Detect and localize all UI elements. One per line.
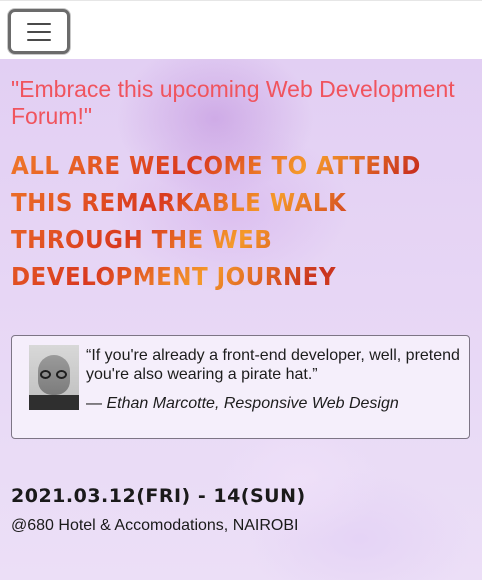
quote-author: Ethan Marcotte, Responsive Web Design xyxy=(106,395,399,412)
author-portrait xyxy=(29,345,79,410)
menu-toggle-button[interactable] xyxy=(8,9,70,54)
quote-text: “If you're already a front-end developer… xyxy=(86,347,460,383)
hero-tagline: "Embrace this upcoming Web Development F… xyxy=(11,76,455,129)
quote-card: “If you're already a front-end developer… xyxy=(11,335,470,439)
quote-cite-prefix: — xyxy=(86,395,107,412)
event-venue: @680 Hotel & Accomodations, NAIROBI xyxy=(11,517,299,534)
quote-citation: — Ethan Marcotte, Responsive Web Design xyxy=(86,394,464,413)
top-bar xyxy=(0,0,482,59)
event-date: 2021.03.12(FRI) - 14(SUN) xyxy=(11,485,306,507)
hero-headline: ALL ARE WELCOME TO ATTEND THIS REMARKABL… xyxy=(11,147,443,295)
hamburger-menu-icon xyxy=(27,22,51,41)
hero-section: "Embrace this upcoming Web Development F… xyxy=(0,59,482,580)
